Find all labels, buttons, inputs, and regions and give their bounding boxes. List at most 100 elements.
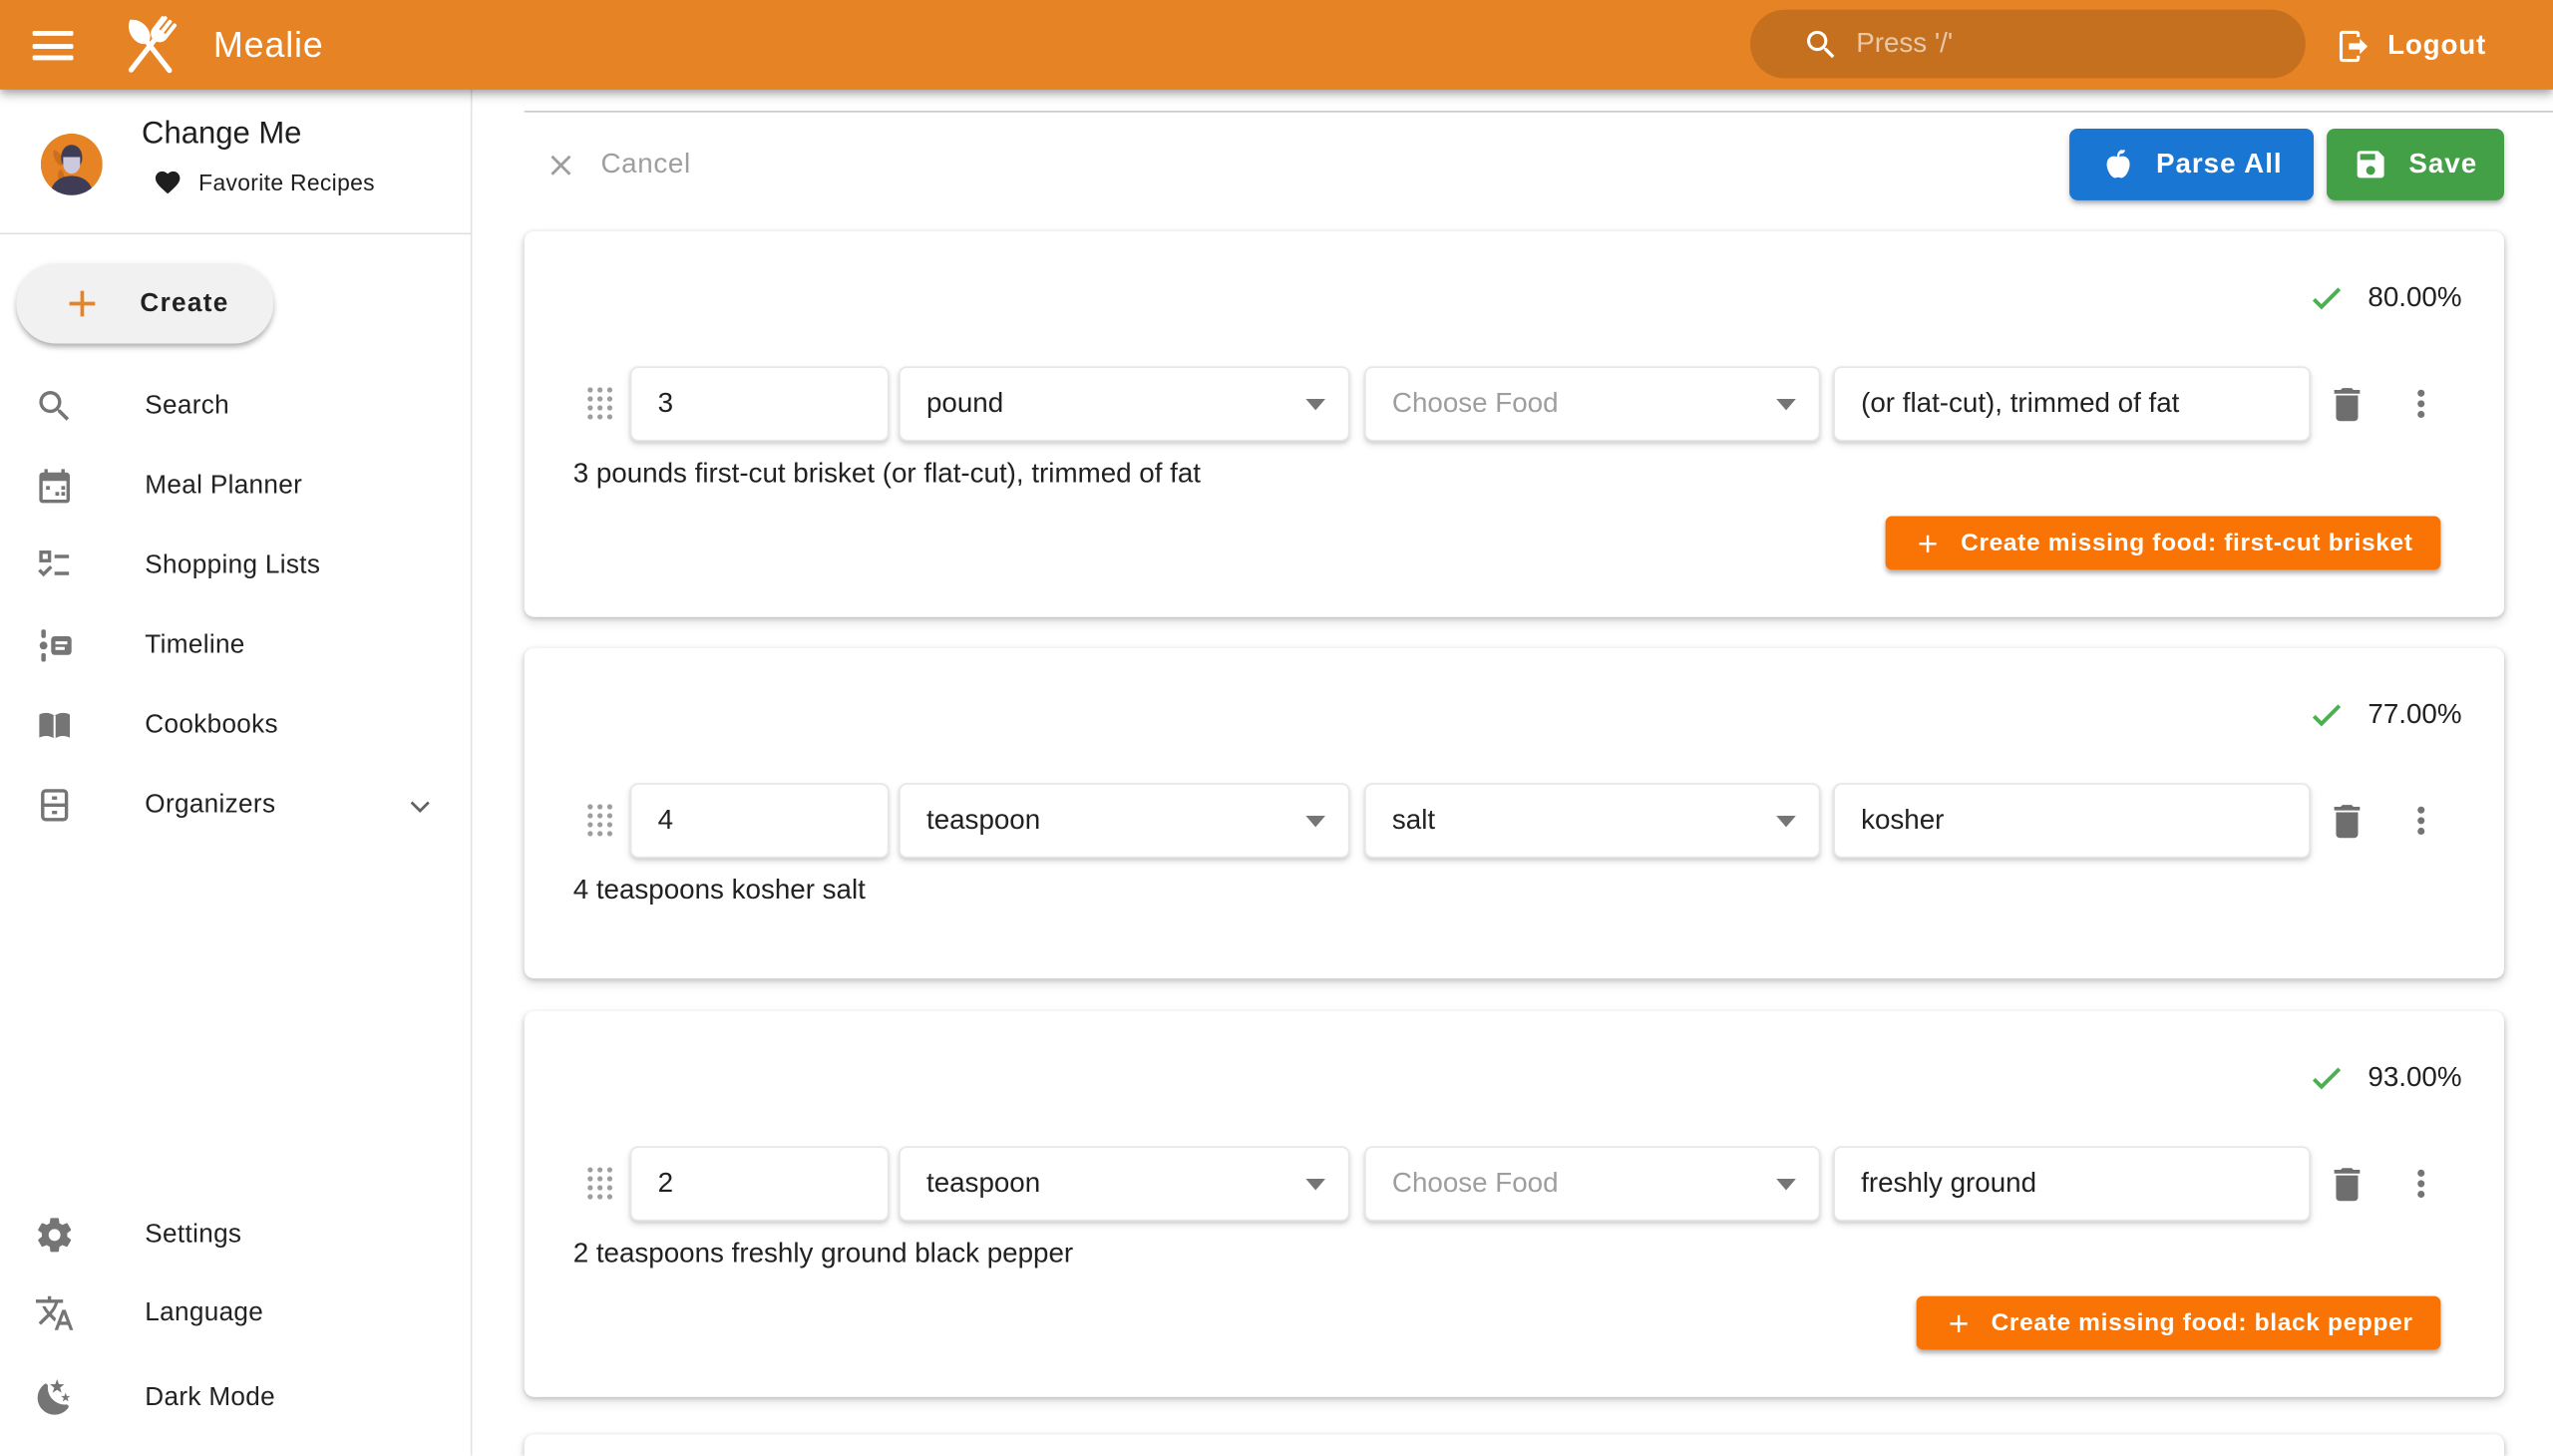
- sidebar-item-settings[interactable]: Settings: [0, 1195, 471, 1274]
- menu-down-icon: [1776, 816, 1796, 827]
- save-button[interactable]: Save: [2327, 129, 2504, 200]
- original-ingredient-text: 3 pounds first-cut brisket (or flat-cut)…: [573, 458, 1201, 491]
- parse-all-button[interactable]: Parse All: [2069, 129, 2314, 200]
- sidebar-item-search[interactable]: Search: [0, 366, 471, 446]
- more-options-icon[interactable]: [2400, 1161, 2442, 1207]
- create-button[interactable]: Create: [16, 263, 273, 343]
- unit-select[interactable]: teaspoon: [899, 1146, 1349, 1221]
- confidence-indicator: 93.00%: [2310, 1060, 2462, 1096]
- food-select[interactable]: Choose Food: [1364, 366, 1820, 441]
- note-input[interactable]: [1835, 1148, 2309, 1220]
- sidebar-divider: [0, 232, 471, 234]
- sidebar-item-meal-planner[interactable]: Meal Planner: [0, 446, 471, 526]
- trash-icon[interactable]: [2325, 800, 2369, 844]
- gear-icon: [34, 1215, 75, 1256]
- app-bar: Mealie Logout: [0, 0, 2553, 90]
- sidebar-item-label: Shopping Lists: [145, 551, 320, 580]
- check-icon: [2310, 280, 2346, 316]
- plus-icon: [1914, 529, 1943, 557]
- quantity-input[interactable]: [631, 785, 887, 857]
- magnify-icon: [34, 386, 75, 427]
- drawer-icon: [34, 785, 75, 826]
- sidebar-item-language[interactable]: Language: [0, 1274, 471, 1353]
- note-input[interactable]: [1835, 368, 2309, 440]
- note-field[interactable]: [1833, 1146, 2310, 1221]
- global-search-bar[interactable]: [1750, 10, 2306, 79]
- cancel-button[interactable]: Cancel: [544, 136, 690, 194]
- food-select[interactable]: salt: [1364, 783, 1820, 858]
- sidebar-item-label: Search: [145, 392, 229, 421]
- quantity-field[interactable]: [630, 783, 890, 858]
- hamburger-menu-button[interactable]: [33, 23, 79, 69]
- confidence-value: 77.00%: [2368, 698, 2461, 731]
- create-missing-food-label: Create missing food: first-cut brisket: [1961, 530, 2412, 557]
- food-select[interactable]: Choose Food: [1364, 1146, 1820, 1221]
- create-missing-food-button[interactable]: Create missing food: first-cut brisket: [1886, 517, 2440, 570]
- save-label: Save: [2408, 149, 2477, 182]
- sidebar-item-timeline[interactable]: Timeline: [0, 605, 471, 685]
- logout-button[interactable]: Logout: [2336, 13, 2486, 78]
- drag-handle-icon[interactable]: [586, 803, 614, 839]
- checklist-icon: [34, 546, 75, 586]
- hamburger-icon: [33, 31, 74, 36]
- cancel-label: Cancel: [600, 149, 690, 182]
- note-field[interactable]: [1833, 783, 2310, 858]
- sidebar-item-label: Settings: [145, 1221, 241, 1250]
- unit-value: pound: [901, 388, 1003, 421]
- search-input[interactable]: [1856, 28, 2283, 61]
- menu-down-icon: [1305, 399, 1325, 410]
- timeline-icon: [34, 625, 75, 666]
- close-icon: [544, 148, 577, 182]
- note-field[interactable]: [1833, 366, 2310, 441]
- sidebar-item-cookbooks[interactable]: Cookbooks: [0, 685, 471, 765]
- food-placeholder: Choose Food: [1366, 388, 1559, 421]
- food-placeholder: Choose Food: [1366, 1168, 1559, 1201]
- favorite-recipes-link[interactable]: Favorite Recipes: [153, 168, 374, 196]
- user-avatar[interactable]: [41, 134, 103, 195]
- mealie-app: Mealie Logout Change Me Favorite Recipes…: [0, 0, 2553, 1456]
- unit-value: teaspoon: [901, 805, 1040, 838]
- unit-value: teaspoon: [901, 1168, 1040, 1201]
- create-missing-food-button[interactable]: Create missing food: black pepper: [1916, 1296, 2440, 1350]
- menu-down-icon: [1776, 399, 1796, 410]
- sidebar-item-label: Organizers: [145, 791, 275, 820]
- logout-icon: [2336, 27, 2373, 65]
- sidebar-item-label: Meal Planner: [145, 472, 302, 501]
- sidebar-item-organizers[interactable]: Organizers: [0, 765, 471, 845]
- plus-icon: [1944, 1308, 1973, 1337]
- ingredient-card-partial: [525, 1434, 2504, 1455]
- sidebar: Change Me Favorite Recipes Create Search…: [0, 90, 472, 1456]
- menu-down-icon: [1305, 1179, 1325, 1190]
- heart-icon: [153, 168, 182, 196]
- create-label: Create: [140, 289, 228, 318]
- original-ingredient-text: 4 teaspoons kosher salt: [573, 875, 866, 908]
- favorite-recipes-label: Favorite Recipes: [198, 170, 375, 195]
- chevron-down-icon[interactable]: [406, 791, 435, 820]
- sidebar-item-dark-mode[interactable]: Dark Mode: [0, 1358, 471, 1438]
- note-input[interactable]: [1835, 785, 2309, 857]
- sidebar-item-shopping-lists[interactable]: Shopping Lists: [0, 526, 471, 605]
- trash-icon[interactable]: [2325, 383, 2369, 427]
- parse-all-label: Parse All: [2156, 149, 2283, 182]
- drag-handle-icon[interactable]: [586, 1166, 614, 1202]
- trash-icon[interactable]: [2325, 1163, 2369, 1207]
- more-options-icon[interactable]: [2400, 798, 2442, 844]
- ingredient-card: 80.00% pound Choose Food 3 pounds first-…: [525, 231, 2504, 617]
- food-value: salt: [1366, 805, 1435, 838]
- plus-icon: [60, 281, 104, 325]
- quantity-field[interactable]: [630, 366, 890, 441]
- unit-select[interactable]: teaspoon: [899, 783, 1349, 858]
- quantity-input[interactable]: [631, 1148, 887, 1220]
- ingredient-card: 93.00% teaspoon Choose Food 2 teaspoons …: [525, 1011, 2504, 1397]
- confidence-value: 93.00%: [2368, 1061, 2461, 1094]
- unit-select[interactable]: pound: [899, 366, 1349, 441]
- check-icon: [2310, 697, 2346, 733]
- drag-handle-icon[interactable]: [586, 386, 614, 422]
- search-icon: [1802, 25, 1840, 63]
- sidebar-item-label: Dark Mode: [145, 1383, 275, 1412]
- book-icon: [34, 705, 75, 746]
- quantity-input[interactable]: [631, 368, 887, 440]
- quantity-field[interactable]: [630, 1146, 890, 1221]
- more-options-icon[interactable]: [2400, 381, 2442, 427]
- sidebar-nav: Search Meal Planner Shopping Lists Timel…: [0, 366, 471, 845]
